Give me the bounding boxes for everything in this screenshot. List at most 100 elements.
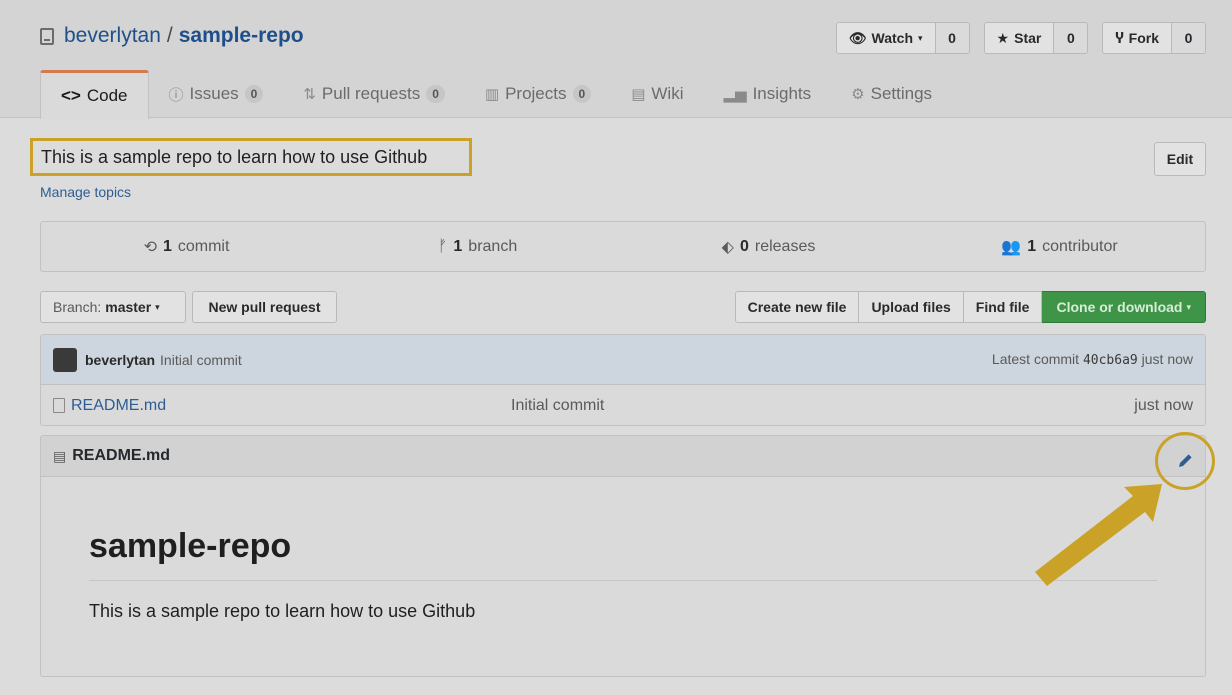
branches-label: branch	[468, 237, 518, 255]
tab-wiki[interactable]: ▤ Wiki	[611, 70, 703, 118]
new-pull-request-button[interactable]: New pull request	[192, 291, 337, 323]
readme-book-icon: ▤	[53, 447, 67, 464]
readme-paragraph: This is a sample repo to learn how to us…	[89, 601, 476, 621]
watch-count[interactable]: 0	[934, 23, 969, 53]
edit-description-button[interactable]: Edit	[1154, 142, 1206, 176]
pencil-icon[interactable]	[1174, 450, 1196, 472]
repo-nav-tabs: <> Code ⓘ Issues 0 ⇅ Pull requests 0 ▥ P…	[40, 70, 952, 119]
edit-readme-highlight	[1155, 432, 1215, 490]
file-name-cell: README.md	[53, 397, 511, 415]
watch-label: Watch	[871, 30, 914, 46]
fork-button[interactable]: Ⴤ Fork	[1103, 23, 1171, 53]
file-age: just now	[1134, 396, 1193, 414]
star-count[interactable]: 0	[1053, 23, 1088, 53]
project-icon: ▥	[484, 86, 500, 103]
repo-owner-link[interactable]: beverlytan	[64, 24, 161, 48]
commits-label: commit	[177, 237, 230, 255]
fork-control: Ⴤ Fork 0	[1102, 22, 1206, 54]
file-commit-message-link[interactable]: Initial commit	[511, 397, 1134, 415]
readme-content: sample-repo This is a sample repo to lea…	[41, 477, 1205, 672]
tab-pull-requests[interactable]: ⇅ Pull requests 0	[283, 70, 465, 118]
contributors-count: 1	[1027, 237, 1037, 255]
tab-issues-label: Issues	[189, 84, 239, 103]
clone-download-button[interactable]: Clone or download ▾	[1042, 291, 1206, 323]
pull-request-icon: ⇅	[303, 86, 316, 103]
create-new-file-button[interactable]: Create new file	[734, 291, 860, 323]
caret-down-icon: ▾	[918, 32, 923, 43]
file-link[interactable]: README.md	[71, 397, 166, 415]
branch-name: master	[105, 299, 152, 315]
repo-name-link[interactable]: sample-repo	[179, 24, 304, 48]
commit-author-link[interactable]: beverlytan	[85, 352, 155, 368]
tab-insights-label: Insights	[752, 84, 812, 103]
wiki-icon: ▤	[631, 86, 646, 103]
repo-description: This is a sample repo to learn how to us…	[30, 138, 472, 176]
file-table: beverlytan Initial commit Latest commit …	[40, 334, 1206, 426]
repo-book-icon	[40, 27, 54, 45]
readme-heading: sample-repo	[89, 527, 1157, 581]
readme-panel: ▤ README.md sample-repo This is a sample…	[40, 435, 1206, 677]
commit-age: just now	[1141, 351, 1193, 367]
readme-header: ▤ README.md	[41, 436, 1205, 477]
releases-label: releases	[754, 237, 816, 255]
avatar[interactable]	[53, 347, 77, 372]
commit-sha-link[interactable]: 40cb6a9	[1083, 353, 1138, 368]
eye-icon: 👁	[848, 29, 867, 46]
fork-icon: Ⴤ	[1115, 29, 1124, 46]
watch-button[interactable]: 👁 Watch ▾	[836, 23, 935, 53]
gear-icon: ⚙	[851, 86, 865, 103]
repo-actions: 👁 Watch ▾ 0 ★ Star 0 Ⴤ Fork 0	[835, 22, 1206, 54]
tab-insights[interactable]: ▂▅ Insights	[703, 70, 831, 118]
github-repo-page: beverlytan / sample-repo 👁 Watch ▾ 0 ★ S…	[0, 0, 1232, 695]
tab-pull-requests-label: Pull requests	[321, 84, 421, 103]
manage-topics-link[interactable]: Manage topics	[40, 184, 131, 200]
tab-projects-label: Projects	[505, 84, 567, 103]
star-control: ★ Star 0	[983, 22, 1089, 54]
file-actions-group: Create new file Upload files Find file C…	[734, 291, 1206, 323]
latest-commit-bar: beverlytan Initial commit Latest commit …	[41, 335, 1205, 385]
releases-count: 0	[739, 237, 749, 255]
latest-commit-info: Latest commit 40cb6a9 just now	[992, 351, 1193, 368]
latest-commit-prefix: Latest commit	[991, 351, 1080, 367]
commits-stat[interactable]: ⟲ 1 commit	[41, 237, 332, 257]
find-file-button[interactable]: Find file	[963, 291, 1043, 323]
branches-stat[interactable]: ᚠ 1 branch	[332, 238, 623, 256]
repo-stats-bar: ⟲ 1 commit ᚠ 1 branch ⬖ 0 releases 👥 1 c…	[40, 221, 1206, 272]
upload-files-button[interactable]: Upload files	[859, 291, 964, 323]
pull-requests-count-badge: 0	[426, 85, 445, 103]
contributors-stat[interactable]: 👥 1 contributor	[914, 237, 1205, 257]
table-row: README.md Initial commit just now	[41, 385, 1205, 425]
fork-count[interactable]: 0	[1171, 23, 1205, 53]
branch-select-button[interactable]: Branch: master ▾	[40, 291, 186, 323]
commits-count: 1	[162, 237, 172, 255]
branch-icon: ᚠ	[437, 237, 448, 255]
repo-header: beverlytan / sample-repo 👁 Watch ▾ 0 ★ S…	[0, 0, 1232, 119]
repo-separator: /	[166, 24, 173, 47]
tab-issues[interactable]: ⓘ Issues 0	[149, 70, 284, 118]
tab-projects[interactable]: ▥ Projects 0	[465, 70, 611, 118]
history-icon: ⟲	[143, 238, 157, 256]
star-icon: ★	[996, 29, 1010, 46]
tab-settings-label: Settings	[870, 84, 933, 103]
caret-down-icon: ▾	[155, 301, 160, 312]
releases-stat[interactable]: ⬖ 0 releases	[623, 237, 914, 257]
insights-icon: ▂▅	[723, 86, 747, 103]
repo-title: beverlytan / sample-repo	[40, 24, 304, 48]
projects-count-badge: 0	[572, 85, 592, 103]
tab-code-label: Code	[86, 86, 128, 105]
contributors-label: contributor	[1042, 237, 1118, 255]
clone-download-label: Clone or download	[1056, 299, 1183, 315]
issue-icon: ⓘ	[168, 86, 184, 104]
readme-filename: README.md	[72, 447, 171, 464]
tab-wiki-label: Wiki	[651, 84, 684, 103]
commit-message-link[interactable]: Initial commit	[160, 352, 242, 368]
tag-icon: ⬖	[721, 238, 734, 256]
star-button[interactable]: ★ Star	[984, 23, 1054, 53]
issues-count-badge: 0	[244, 85, 264, 103]
caret-down-icon: ▾	[1186, 301, 1191, 312]
star-label: Star	[1014, 30, 1042, 46]
branch-prefix: Branch:	[53, 299, 102, 315]
file-icon	[53, 398, 65, 413]
tab-settings[interactable]: ⚙ Settings	[831, 70, 952, 118]
tab-code[interactable]: <> Code	[40, 70, 149, 119]
